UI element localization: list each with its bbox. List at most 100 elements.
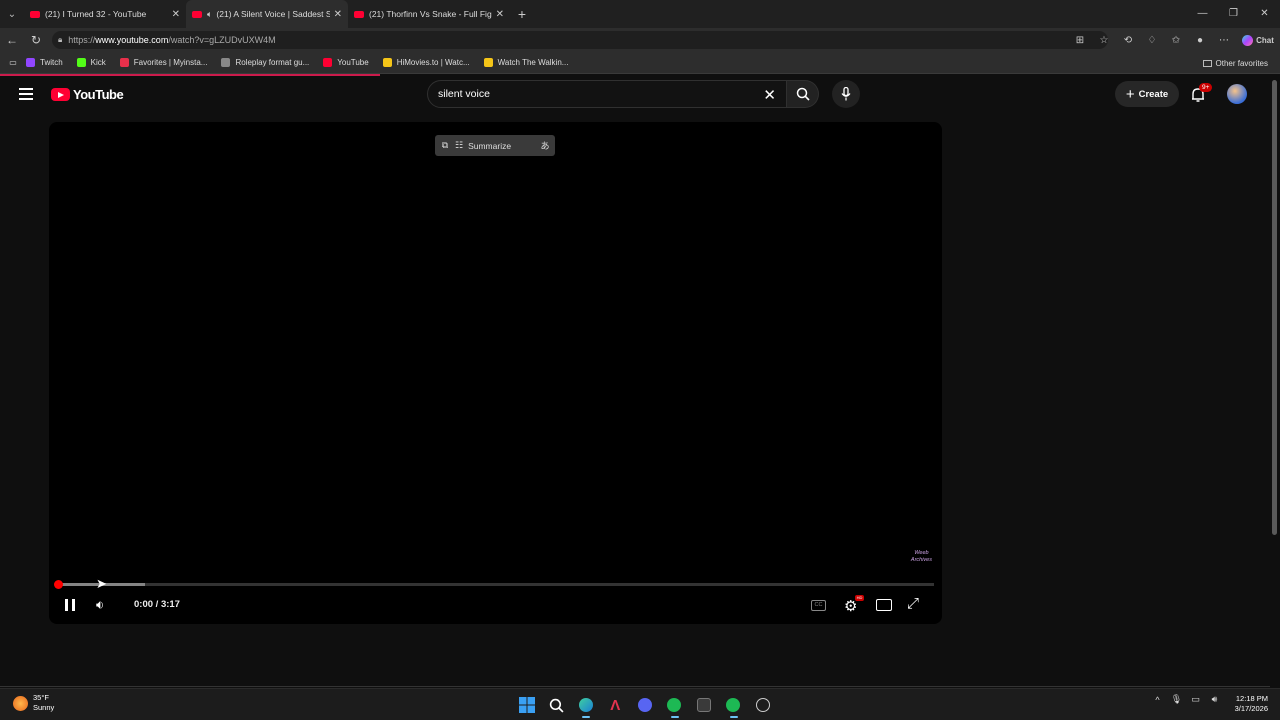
search-input[interactable]: silent voice ✕	[427, 80, 787, 108]
create-button[interactable]: + Create	[1115, 81, 1179, 107]
network-icon[interactable]: ▭	[1186, 694, 1205, 705]
subtitles-button[interactable]: CC	[811, 600, 826, 611]
tab-strip: ⌄ (21) I Turned 32 - YouTube ✕ 🔈︎ (21) A…	[0, 0, 1280, 28]
weather-widget[interactable]: 35°F Sunny	[13, 693, 54, 713]
back-icon[interactable]: ←	[0, 33, 24, 47]
summarize-label: Summarize	[468, 140, 512, 151]
extensions-icon[interactable]: ⟲	[1116, 35, 1140, 46]
chat-label: Chat	[1256, 35, 1274, 45]
watermark-line-1: Weeb	[914, 550, 929, 556]
volume-icon[interactable]: 🔉︎	[96, 597, 104, 613]
temperature: 35°F	[33, 693, 49, 702]
edge-icon[interactable]	[571, 692, 601, 718]
tab-title: (21) I Turned 32 - YouTube	[45, 9, 147, 19]
close-tab-icon[interactable]: ✕	[334, 9, 342, 20]
close-window-icon[interactable]: ✕	[1249, 0, 1280, 28]
bookmark-label: YouTube	[337, 58, 369, 67]
search-icon[interactable]	[542, 692, 572, 718]
channel-watermark[interactable]: Weeb Archives	[911, 550, 932, 564]
player-controls: 🔉︎ 0:00 / 3:17 CC ⚙ HD ⤢	[49, 592, 942, 618]
browser-tab-2[interactable]: 🔈︎ (21) A Silent Voice | Saddest S ✕	[186, 0, 348, 28]
bookmark-label: Twitch	[40, 58, 63, 67]
windows-start-icon[interactable]	[512, 692, 542, 718]
sidebar-toggle-icon[interactable]: ▭	[0, 58, 26, 67]
bookmark-list: Twitch Kick Favorites | Myinsta... Roleplay…	[26, 58, 582, 67]
bookmark-item[interactable]: Roleplay format gu...	[221, 58, 309, 67]
time-total: 3:17	[160, 599, 180, 610]
other-favorites[interactable]: Other favorites	[1202, 52, 1268, 74]
show-hidden-icons-icon[interactable]: ^	[1148, 695, 1167, 705]
youtube-play-icon	[51, 88, 70, 101]
refresh-icon[interactable]: ↻	[24, 33, 48, 47]
voice-search-button[interactable]	[832, 80, 860, 108]
browser-essentials-icon[interactable]: ♢	[1140, 35, 1164, 46]
mouse-cursor-icon: ➤	[96, 576, 107, 591]
address-toolbar: ← ↻ 🔒︎ https://www.youtube.com/watch?v=g…	[0, 28, 1280, 52]
theater-mode-icon[interactable]	[876, 599, 892, 611]
copilot-chat-button[interactable]: Chat	[1236, 34, 1280, 46]
video-player[interactable]: ⧉ ☷ Summarize あ Weeb Archives ➤ 🔉︎ 0:00 /…	[49, 122, 942, 624]
search-button[interactable]	[787, 80, 819, 108]
restore-icon[interactable]: ❐	[1218, 0, 1249, 28]
bookmark-favicon-icon	[26, 58, 35, 67]
create-label: Create	[1138, 88, 1169, 100]
summarize-button[interactable]: ☷ Summarize	[455, 140, 535, 151]
tab-title: (21) Thorfinn Vs Snake - Full Fight	[369, 9, 492, 19]
bookmark-item[interactable]: Watch The Walkin...	[483, 58, 569, 67]
volume-icon[interactable]: 🔊︎	[1205, 694, 1224, 705]
close-tab-icon[interactable]: ✕	[172, 9, 180, 20]
scrubber-handle[interactable]	[54, 580, 63, 589]
bookmark-label: HiMovies.to | Watc...	[396, 58, 470, 67]
spotify-icon[interactable]	[660, 692, 690, 718]
bookmark-item[interactable]: YouTube	[323, 58, 369, 67]
minimize-icon[interactable]: —	[1187, 0, 1218, 28]
page-scrollbar[interactable]	[1272, 80, 1277, 535]
pause-button[interactable]	[65, 599, 75, 611]
spotify-alt-icon[interactable]	[719, 692, 749, 718]
clock[interactable]: 12:18 PM 3/17/2026	[1228, 694, 1268, 714]
address-bar[interactable]: 🔒︎ https://www.youtube.com/watch?v=gLZUD…	[52, 31, 1108, 49]
tab-title: (21) A Silent Voice | Saddest S	[216, 9, 330, 19]
translate-icon[interactable]: あ	[535, 139, 555, 152]
bookmark-label: Watch The Walkin...	[497, 58, 569, 67]
menu-icon[interactable]	[19, 88, 33, 100]
steam-icon[interactable]	[748, 692, 778, 718]
favorite-star-icon[interactable]: ☆	[1092, 35, 1116, 46]
more-icon[interactable]: ⋯	[1212, 35, 1236, 46]
bookmark-item[interactable]: Kick	[76, 58, 106, 67]
bookmark-item[interactable]: Twitch	[26, 58, 63, 67]
excel-icon[interactable]	[689, 692, 719, 718]
search-icon	[796, 87, 810, 101]
clear-search-icon[interactable]: ✕	[763, 86, 776, 104]
youtube-header: YouTube silent voice ✕ + Create 9+	[0, 76, 1280, 114]
fullscreen-icon[interactable]: ⤢	[907, 595, 919, 612]
app-available-icon[interactable]: ⊞	[1068, 35, 1092, 46]
profile-icon[interactable]: ●	[1188, 35, 1212, 46]
weather-condition: Sunny	[33, 703, 55, 712]
picture-in-picture-icon[interactable]: ⧉	[435, 140, 455, 151]
url-prefix: https://	[68, 35, 96, 45]
close-tab-icon[interactable]: ✕	[496, 9, 504, 20]
new-tab-icon[interactable]: +	[510, 6, 534, 22]
system-tray: ^ 🎙︎ ▭ 🔊︎	[1148, 694, 1224, 705]
tab-actions-menu-icon[interactable]: ⌄	[0, 0, 24, 28]
bookmark-label: Favorites | Myinsta...	[133, 58, 208, 67]
youtube-logo[interactable]: YouTube	[51, 87, 124, 102]
windows-taskbar: 35°F Sunny Λ ^ 🎙︎ ▭ 🔊︎ 12:18 PM 3/17/202…	[0, 688, 1280, 720]
favorites-icon[interactable]: ✩	[1164, 35, 1188, 46]
bookmark-favicon-icon	[483, 58, 493, 67]
progress-bar[interactable]	[54, 580, 934, 589]
avatar[interactable]	[1227, 84, 1247, 104]
app-a-icon[interactable]: Λ	[601, 692, 631, 718]
bookmark-item[interactable]: HiMovies.to | Watc...	[382, 58, 470, 67]
bookmark-item[interactable]: Favorites | Myinsta...	[119, 58, 208, 67]
bookmark-label: Kick	[90, 58, 106, 67]
youtube-favicon-icon	[192, 10, 202, 18]
search-value: silent voice	[438, 88, 490, 100]
browser-tab-3[interactable]: (21) Thorfinn Vs Snake - Full Fight ✕	[348, 0, 510, 28]
browser-tab-1[interactable]: (21) I Turned 32 - YouTube ✕	[24, 0, 186, 28]
speaker-icon[interactable]: 🔈︎	[207, 9, 212, 20]
lock-icon[interactable]: 🔒︎	[58, 35, 62, 45]
discord-icon[interactable]	[630, 692, 660, 718]
microphone-icon[interactable]: 🎙︎	[1167, 694, 1186, 705]
